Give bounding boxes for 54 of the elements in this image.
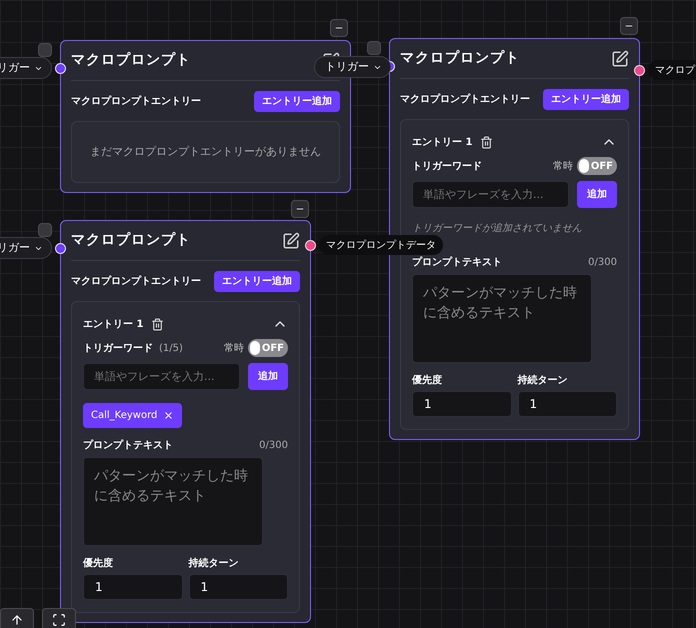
delete-icon[interactable]	[480, 136, 494, 148]
always-label: 常時	[553, 160, 573, 174]
trigger-label: トリガーワード	[412, 160, 482, 174]
remove-icon[interactable]	[163, 410, 174, 421]
keyword-tag: Call_Keyword	[83, 403, 182, 428]
prompt-label: プロンプトテキスト	[412, 255, 502, 270]
add-entry-button[interactable]: エントリー追加	[543, 88, 629, 110]
node-title: マクロプロンプト	[71, 231, 191, 250]
priority-label: 優先度	[83, 556, 114, 570]
entry-title: エントリー 1	[412, 136, 472, 150]
edit-icon[interactable]	[282, 232, 300, 250]
add-button[interactable]: 追加	[248, 363, 288, 390]
duration-label: 持続ターン	[188, 556, 240, 570]
trigger-input-field[interactable]: 単語やフレーズを入力...	[83, 363, 240, 390]
arrow-up-icon	[10, 613, 24, 627]
add-entry-button[interactable]: エントリー追加	[214, 270, 300, 292]
always-label: 常時	[224, 342, 244, 356]
priority-field[interactable]: 1	[412, 391, 512, 417]
output-label: マクロプ	[648, 60, 696, 80]
section-label: マクロプロンプトエントリー	[400, 92, 530, 106]
node-title: マクロプロンプト	[400, 49, 520, 68]
section-label: マクロプロンプトエントリー	[71, 94, 201, 108]
delete-icon[interactable]	[151, 318, 164, 330]
arrow-up-button[interactable]	[0, 608, 34, 628]
priority-field[interactable]: 1	[83, 574, 182, 600]
frame-icon	[52, 613, 66, 627]
minimize-button[interactable]	[620, 17, 638, 35]
duration-label: 持続ターン	[518, 374, 568, 387]
empty-tags-message: トリガーワードが追加されていません	[412, 222, 583, 236]
fit-view-button[interactable]	[42, 608, 76, 628]
section-label: マクロプロンプトエントリー	[71, 274, 201, 288]
output-label: マクロプロンプトデータ	[319, 235, 443, 255]
add-entry-button[interactable]: エントリー追加	[254, 90, 340, 112]
entry-title: エントリー 1	[83, 318, 144, 332]
trigger-dropdown[interactable]: トリガー	[314, 56, 391, 78]
priority-label: 優先度	[412, 373, 443, 387]
prompt-label: プロンプトテキスト	[83, 438, 173, 452]
input-handle[interactable]	[55, 243, 66, 254]
char-count: 0/300	[259, 438, 288, 452]
trigger-count: (1/5)	[159, 342, 183, 356]
empty-message: まだマクロプロンプトエントリーがありません	[71, 121, 340, 183]
prompt-text-area[interactable]: パターンがマッチした時に含めるテキスト	[412, 274, 592, 363]
trigger-label: トリガーワード	[83, 342, 153, 356]
trigger-input-field[interactable]: 単語やフレーズを入力...	[412, 181, 569, 208]
duration-field[interactable]: 1	[188, 574, 288, 600]
minimize-button[interactable]	[330, 19, 348, 37]
prompt-text-area[interactable]: パターンがマッチした時に含めるテキスト	[83, 457, 263, 546]
node-title: マクロプロンプト	[71, 51, 191, 70]
input-handle[interactable]	[55, 63, 66, 74]
minimize-button[interactable]	[291, 200, 309, 218]
edit-icon[interactable]	[611, 50, 629, 68]
char-count: 0/300	[588, 256, 617, 270]
duration-field[interactable]: 1	[518, 391, 617, 417]
add-button[interactable]: 追加	[577, 181, 617, 208]
